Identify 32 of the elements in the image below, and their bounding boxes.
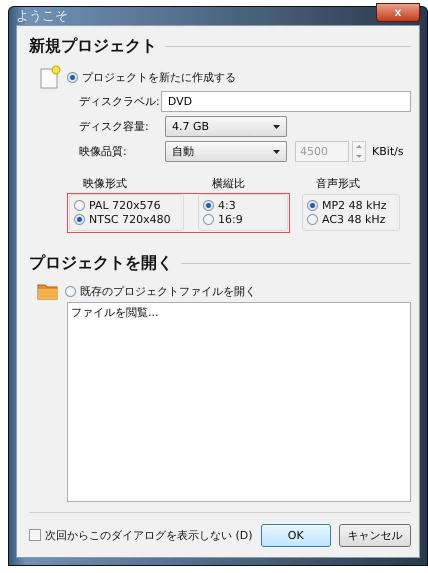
- dropdown[interactable]: 自動: [165, 141, 287, 162]
- dialog-button[interactable]: OK: [260, 524, 331, 546]
- dropdown[interactable]: 4.7 GB: [165, 116, 287, 137]
- file-list[interactable]: ファイルを閲覧...: [67, 302, 411, 502]
- field-label: ディスクラベル:: [79, 94, 161, 109]
- folder-icon: [37, 282, 59, 300]
- radio-button[interactable]: AC3 48 kHz: [307, 213, 391, 226]
- close-button[interactable]: x: [376, 2, 420, 22]
- group-title: 横縦比: [211, 176, 246, 191]
- window-title: ようこそ: [16, 8, 68, 25]
- group-title: 音声形式: [315, 176, 361, 191]
- radio-button[interactable]: MP2 48 kHz: [307, 199, 391, 212]
- caret-icon: [273, 150, 280, 154]
- section-heading: プロジェクトを開く: [29, 253, 173, 274]
- group-title: 映像形式: [82, 176, 128, 191]
- radio-button[interactable]: 既存のプロジェクトファイルを開く: [65, 284, 256, 298]
- unit-label: KBit/s: [372, 145, 404, 158]
- list-item[interactable]: ファイルを閲覧...: [71, 305, 407, 320]
- caret-icon: [273, 124, 280, 128]
- new-document-icon: [39, 65, 61, 89]
- dialog-button[interactable]: キャンセル: [338, 524, 411, 546]
- field-label: 映像品質:: [79, 144, 128, 159]
- spin-buttons[interactable]: [352, 141, 366, 162]
- disc-label-field[interactable]: DVD: [160, 91, 411, 112]
- radio-button[interactable]: 4:3: [203, 199, 279, 212]
- radio-button[interactable]: プロジェクトを新たに作成する: [67, 70, 236, 84]
- radio-button[interactable]: PAL 720x576: [74, 199, 175, 212]
- field-label: ディスク容量:: [79, 119, 150, 134]
- radio-button[interactable]: NTSC 720x480: [74, 213, 175, 226]
- section-heading: 新規プロジェクト: [29, 36, 157, 57]
- radio-button[interactable]: 16:9: [203, 213, 279, 226]
- checkbox[interactable]: 次回からこのダイアログを表示しない (D): [29, 528, 253, 542]
